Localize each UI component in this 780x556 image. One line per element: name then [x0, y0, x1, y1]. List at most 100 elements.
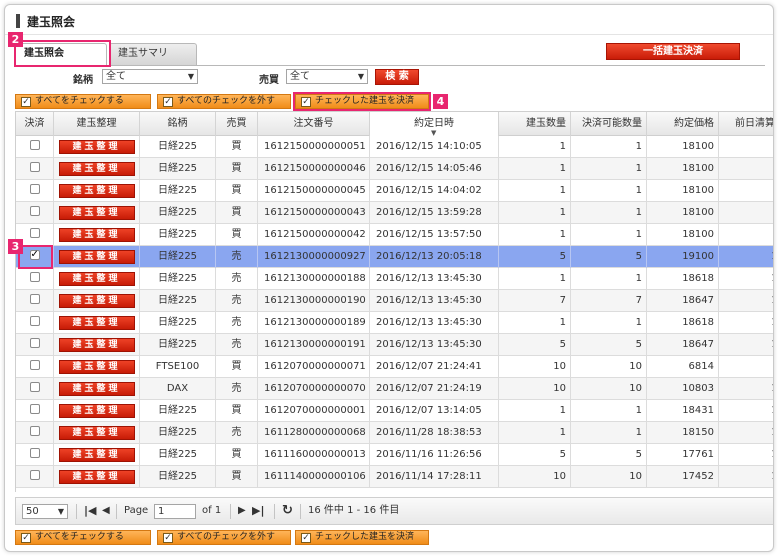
- position-reorg-button[interactable]: 建玉整理: [58, 250, 135, 264]
- refresh-icon[interactable]: ↻: [282, 498, 293, 524]
- row-checkbox[interactable]: [29, 404, 40, 414]
- position-reorg-button[interactable]: 建玉整理: [58, 228, 135, 242]
- settle-checkbox-cell: [16, 290, 54, 312]
- table-row[interactable]: 建玉整理 日経225 売 1612130000000190 2016/12/13 13:…: [16, 290, 773, 312]
- col-header-qty[interactable]: 建玉数量: [499, 112, 571, 136]
- last-page-icon[interactable]: ▶|: [252, 498, 264, 524]
- col-header-settle-qty[interactable]: 決済可能数量: [571, 112, 647, 136]
- first-page-icon[interactable]: |◀: [84, 498, 96, 524]
- page-number-input[interactable]: 1: [154, 504, 196, 519]
- price-cell: 18100: [647, 136, 719, 158]
- symbol-select[interactable]: 全て ▼: [102, 69, 198, 84]
- table-row[interactable]: ✓ 建玉整理 日経225 売 1612130000000927 2016/12/13 20…: [16, 246, 773, 268]
- col-header-exec-datetime[interactable]: 約定日時 ▼: [370, 112, 499, 137]
- order-no-cell: 1612150000000046: [258, 158, 370, 180]
- position-reorg-button[interactable]: 建玉整理: [58, 162, 135, 176]
- reorg-button-cell: 建玉整理: [54, 444, 140, 466]
- check-all-button[interactable]: ✓ すべてをチェックする: [15, 94, 151, 109]
- position-reorg-button[interactable]: 建玉整理: [58, 448, 135, 462]
- row-checkbox[interactable]: [29, 294, 40, 304]
- settle-checkbox-cell: [16, 268, 54, 290]
- qty-cell: 1: [499, 422, 571, 444]
- settle-checkbox-cell: [16, 378, 54, 400]
- price-cell: 18431: [647, 400, 719, 422]
- row-checkbox[interactable]: [29, 316, 40, 326]
- prev-page-icon[interactable]: ◀: [102, 498, 110, 524]
- bulk-settle-button[interactable]: 一括建玉決済: [606, 43, 740, 60]
- row-checkbox[interactable]: [29, 184, 40, 194]
- settle-qty-cell: 1: [571, 180, 647, 202]
- position-reorg-button[interactable]: 建玉整理: [58, 294, 135, 308]
- settle-qty-cell: 1: [571, 202, 647, 224]
- exec-datetime-cell: 2016/12/07 21:24:19: [370, 378, 499, 400]
- position-reorg-button[interactable]: 建玉整理: [58, 404, 135, 418]
- row-checkbox[interactable]: [29, 426, 40, 436]
- table-row[interactable]: 建玉整理 日経225 売 1612130000000191 2016/12/13 13:…: [16, 334, 773, 356]
- position-reorg-button[interactable]: 建玉整理: [58, 206, 135, 220]
- next-page-icon[interactable]: ▶: [238, 498, 246, 524]
- table-row[interactable]: 建玉整理 DAX 売 1612070000000070 2016/12/07 21:24…: [16, 378, 773, 400]
- col-header-reorg[interactable]: 建玉整理: [54, 112, 140, 136]
- col-header-symbol[interactable]: 銘柄: [140, 112, 216, 136]
- table-row[interactable]: 建玉整理 日経225 買 1612150000000045 2016/12/15 14:…: [16, 180, 773, 202]
- symbol-label: 銘柄: [73, 75, 93, 86]
- row-checkbox[interactable]: [29, 228, 40, 238]
- position-reorg-button[interactable]: 建玉整理: [58, 140, 135, 154]
- position-reorg-button[interactable]: 建玉整理: [58, 184, 135, 198]
- row-checkbox[interactable]: [29, 206, 40, 216]
- row-checkbox[interactable]: [29, 338, 40, 348]
- chevron-down-icon: ▼: [57, 507, 64, 516]
- table-row[interactable]: 建玉整理 日経225 買 1612150000000042 2016/12/15 13:…: [16, 224, 773, 246]
- tab-position-summary[interactable]: 建玉サマリ: [109, 43, 197, 65]
- row-checkbox[interactable]: [29, 162, 40, 172]
- symbol-cell: 日経225: [140, 246, 216, 268]
- col-header-settle[interactable]: 決済: [16, 112, 54, 136]
- table-row[interactable]: 建玉整理 日経225 買 1612150000000046 2016/12/15 14:…: [16, 158, 773, 180]
- col-header-order-no[interactable]: 注文番号: [258, 112, 370, 136]
- symbol-cell: 日経225: [140, 268, 216, 290]
- side-select[interactable]: 全て ▼: [286, 69, 368, 84]
- table-row[interactable]: 建玉整理 日経225 売 1612130000000189 2016/12/13 13:…: [16, 312, 773, 334]
- table-row[interactable]: 建玉整理 日経225 買 1612150000000051 2016/12/15 14:…: [16, 136, 773, 158]
- row-checkbox[interactable]: [29, 470, 40, 480]
- position-reorg-button[interactable]: 建玉整理: [58, 360, 135, 374]
- pager-separator: [230, 504, 231, 519]
- order-no-cell: 1612150000000042: [258, 224, 370, 246]
- table-row[interactable]: 建玉整理 日経225 売 1612130000000188 2016/12/13 13:…: [16, 268, 773, 290]
- col-header-side[interactable]: 売買: [216, 112, 258, 136]
- settle-checked-label: チェックした建玉を決済: [315, 532, 415, 542]
- settle-checkbox-cell: [16, 202, 54, 224]
- search-button[interactable]: 検 索: [375, 69, 419, 85]
- position-reorg-button[interactable]: 建玉整理: [58, 426, 135, 440]
- col-header-price[interactable]: 約定価格: [647, 112, 719, 136]
- settle-checked-button-bottom[interactable]: ✓ チェックした建玉を決済: [295, 530, 429, 545]
- uncheck-all-label: すべてのチェックを外す: [177, 532, 276, 542]
- col-header-prev-settle[interactable]: 前日清算値: [719, 112, 773, 136]
- prev-settle-cell: 18: [719, 268, 773, 290]
- table-row[interactable]: 建玉整理 日経225 買 1612150000000043 2016/12/15 13:…: [16, 202, 773, 224]
- table-row[interactable]: 建玉整理 FTSE100 買 1612070000000071 2016/12/07 2…: [16, 356, 773, 378]
- row-checkbox[interactable]: [29, 382, 40, 392]
- table-row[interactable]: 建玉整理 日経225 買 1611160000000013 2016/11/16 11:…: [16, 444, 773, 466]
- uncheck-all-button[interactable]: ✓ すべてのチェックを外す: [157, 94, 291, 109]
- check-all-button-bottom[interactable]: ✓ すべてをチェックする: [15, 530, 151, 545]
- position-reorg-button[interactable]: 建玉整理: [58, 272, 135, 286]
- table-row[interactable]: 建玉整理 日経225 買 1612070000000001 2016/12/07 13:…: [16, 400, 773, 422]
- table-row[interactable]: 建玉整理 日経225 売 1611280000000068 2016/11/28 18:…: [16, 422, 773, 444]
- side-cell: 売: [216, 290, 258, 312]
- position-reorg-button[interactable]: 建玉整理: [58, 338, 135, 352]
- position-reorg-button[interactable]: 建玉整理: [58, 316, 135, 330]
- qty-cell: 1: [499, 224, 571, 246]
- position-reorg-button[interactable]: 建玉整理: [58, 470, 135, 484]
- page-size-select[interactable]: 50 ▼: [22, 504, 68, 519]
- row-checkbox[interactable]: [29, 360, 40, 370]
- side-cell: 買: [216, 356, 258, 378]
- pager-separator: [300, 504, 301, 519]
- row-checkbox[interactable]: [29, 448, 40, 458]
- position-reorg-button[interactable]: 建玉整理: [58, 382, 135, 396]
- row-checkbox[interactable]: [29, 140, 40, 150]
- row-checkbox[interactable]: [29, 272, 40, 282]
- check-all-label: すべてをチェックする: [35, 532, 124, 542]
- uncheck-all-button-bottom[interactable]: ✓ すべてのチェックを外す: [157, 530, 291, 545]
- table-row[interactable]: 建玉整理 日経225 買 1611140000000106 2016/11/14 17:…: [16, 466, 773, 488]
